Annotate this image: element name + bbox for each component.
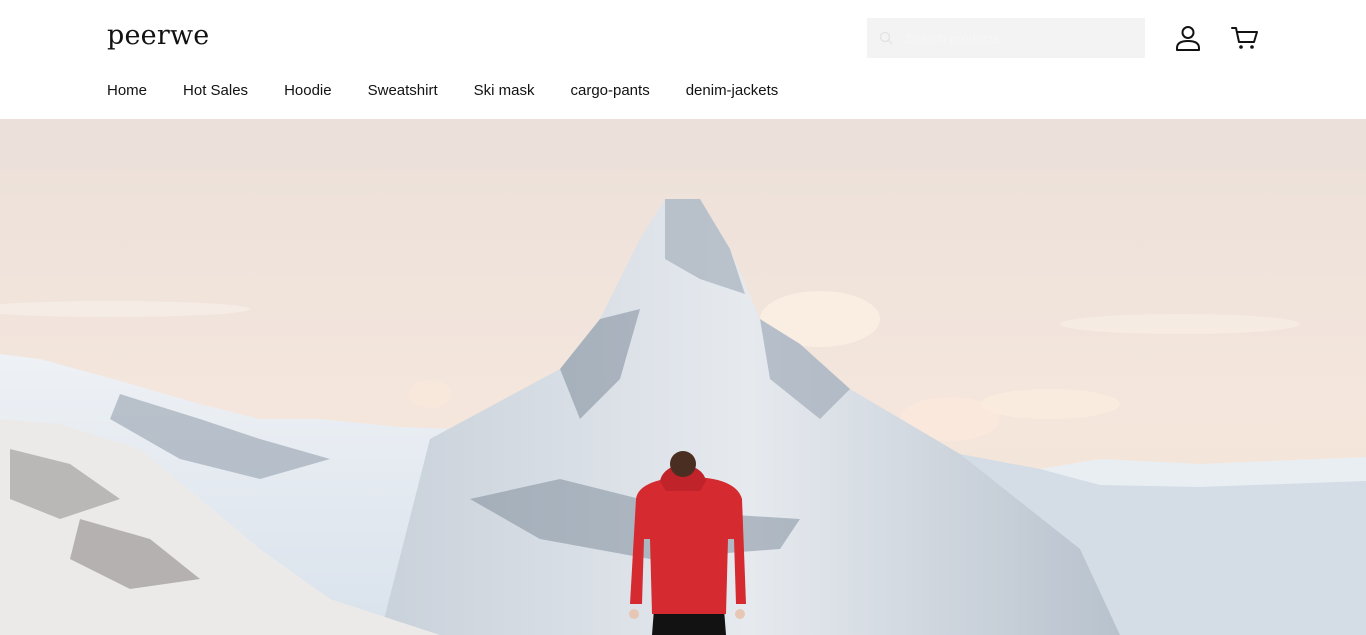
cart-icon[interactable] bbox=[1230, 24, 1260, 52]
nav-item-sweatshirt[interactable]: Sweatshirt bbox=[368, 82, 438, 99]
nav-item-ski-mask[interactable]: Ski mask bbox=[474, 82, 535, 99]
user-icon[interactable] bbox=[1174, 24, 1202, 52]
search-box[interactable] bbox=[867, 18, 1145, 58]
brand-logo[interactable]: peerwe bbox=[107, 20, 209, 51]
main-nav: Home Hot Sales Hoodie Sweatshirt Ski mas… bbox=[107, 82, 814, 99]
nav-item-home[interactable]: Home bbox=[107, 82, 147, 99]
search-input[interactable] bbox=[903, 29, 1137, 47]
nav-item-denim-jackets[interactable]: denim-jackets bbox=[686, 82, 779, 99]
site-header: peerwe Home Hot Sales Hoodie Sweatshirt … bbox=[0, 0, 1366, 119]
nav-item-cargo-pants[interactable]: cargo-pants bbox=[570, 82, 649, 99]
hero-image bbox=[0, 119, 1366, 635]
nav-item-hot-sales[interactable]: Hot Sales bbox=[183, 82, 248, 99]
search-icon bbox=[879, 31, 893, 45]
nav-item-hoodie[interactable]: Hoodie bbox=[284, 82, 332, 99]
hero-banner bbox=[0, 119, 1366, 635]
